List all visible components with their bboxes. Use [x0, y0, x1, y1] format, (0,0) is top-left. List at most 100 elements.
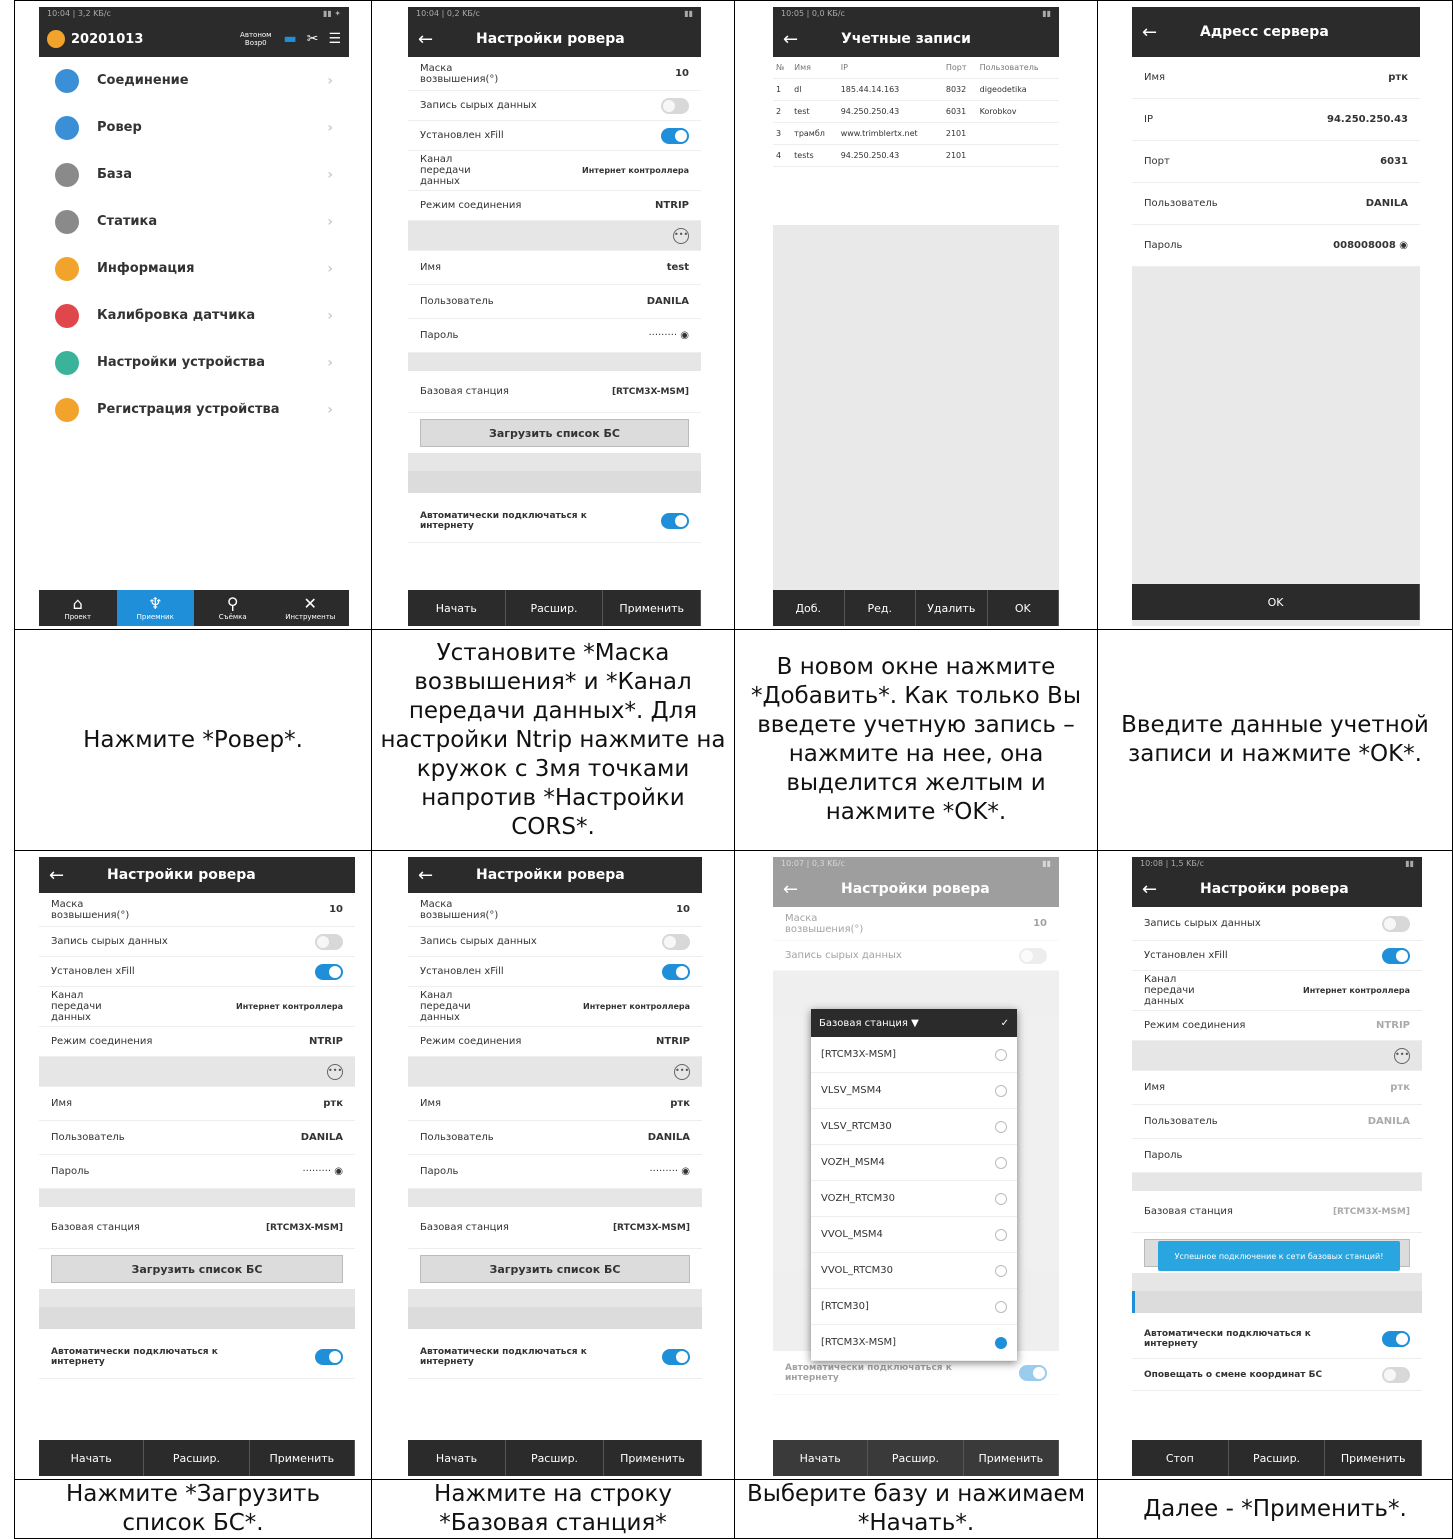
start-button[interactable]: Начать [408, 1440, 506, 1476]
tab-receiver[interactable]: ♆ Приемник [116, 590, 194, 626]
tab-survey[interactable]: ⚲ Съёмка [194, 590, 272, 626]
list-icon[interactable]: ☰ [328, 31, 341, 47]
mode-row[interactable]: Режим соединения NTRIP [408, 191, 701, 221]
tab-project[interactable]: ⌂ Проект [39, 590, 117, 626]
load-bs-button[interactable]: Загрузить список БС [51, 1255, 343, 1283]
back-arrow-icon[interactable]: ← [1142, 879, 1182, 900]
ok-button[interactable]: OK [1132, 584, 1420, 620]
menu-item[interactable]: Регистрация устройства › [39, 386, 349, 433]
base-station-option[interactable]: VLSV_RTCM30 [811, 1109, 1017, 1145]
account-action-button[interactable]: Ред. [845, 590, 916, 626]
back-arrow-icon[interactable]: ← [783, 29, 823, 50]
back-arrow-icon[interactable]: ← [1142, 22, 1182, 43]
raw-toggle[interactable] [315, 933, 343, 950]
server-field-row[interactable]: Имя ртк [1132, 57, 1420, 99]
base-station-row[interactable]: Базовая станция [RTCM3X-MSM] [408, 371, 701, 413]
radio-icon[interactable] [995, 1084, 1007, 1097]
table-row[interactable]: 2 test 94.250.250.43 6031 Korobkov [773, 100, 1059, 123]
start-button[interactable]: Начать [408, 590, 506, 626]
apply-button[interactable]: Применить [964, 1440, 1059, 1476]
extended-button[interactable]: Расшир. [506, 590, 604, 626]
eye-icon[interactable]: ◉ [681, 1166, 690, 1177]
load-bs-button[interactable]: Загрузить список БС [420, 419, 689, 447]
radio-icon[interactable] [995, 1228, 1007, 1241]
mask-row[interactable]: Маска возвышения(°) 10 [408, 57, 701, 91]
server-field-row[interactable]: Пароль 008008008 ◉ [1132, 225, 1420, 267]
load-bs-button[interactable]: Загрузить список БС [420, 1255, 690, 1283]
table-row[interactable]: 3 трамбл www.trimblertx.net 2101 [773, 122, 1059, 145]
radio-icon[interactable] [995, 1048, 1007, 1061]
back-arrow-icon[interactable]: ← [49, 865, 89, 886]
account-action-button[interactable]: Доб. [773, 590, 845, 626]
start-button[interactable]: Начать [39, 1440, 145, 1476]
project-name[interactable]: 20201013 [71, 32, 143, 47]
server-field-row[interactable]: IP 94.250.250.43 [1132, 99, 1420, 141]
auto-connect-toggle[interactable] [1382, 1330, 1410, 1347]
raw-toggle[interactable] [661, 97, 689, 114]
eye-icon[interactable]: ◉ [334, 1166, 343, 1177]
table-row[interactable]: 4 tests 94.250.250.43 2101 [773, 144, 1059, 167]
password-row[interactable]: Пароль ········· ◉ [408, 319, 701, 353]
back-arrow-icon[interactable]: ← [418, 29, 458, 50]
server-field-row[interactable]: Порт 6031 [1132, 141, 1420, 183]
radio-icon[interactable] [995, 1264, 1007, 1277]
base-station-option[interactable]: [RTCM30] [811, 1289, 1017, 1325]
raw-toggle[interactable] [1382, 915, 1410, 932]
radio-icon[interactable] [995, 1192, 1007, 1205]
more-dots-icon[interactable]: ••• [1394, 1047, 1410, 1064]
xfill-toggle[interactable] [315, 963, 343, 980]
menu-item[interactable]: Информация › [39, 245, 349, 292]
apply-button[interactable]: Применить [604, 1440, 702, 1476]
radio-icon[interactable] [995, 1156, 1007, 1169]
eye-icon[interactable]: ◉ [1399, 240, 1408, 251]
menu-item[interactable]: Ровер › [39, 104, 349, 151]
raw-toggle[interactable] [662, 933, 690, 950]
base-station-option[interactable]: VLSV_MSM4 [811, 1073, 1017, 1109]
radio-icon[interactable] [995, 1336, 1007, 1349]
apply-button[interactable]: Применить [603, 590, 701, 626]
more-dots-icon[interactable]: ••• [674, 1063, 690, 1080]
base-station-option[interactable]: [RTCM3X-MSM] [811, 1325, 1017, 1361]
tools-icon[interactable]: ✂ [307, 31, 319, 47]
auto-connect-toggle[interactable] [661, 512, 689, 529]
account-action-button[interactable]: OK [988, 590, 1059, 626]
stop-button[interactable]: Стоп [1132, 1440, 1229, 1476]
more-dots-icon[interactable]: ••• [673, 227, 689, 244]
start-button[interactable]: Начать [773, 1440, 869, 1476]
account-action-button[interactable]: Удалить [916, 590, 988, 626]
extended-button[interactable]: Расшир. [144, 1440, 250, 1476]
base-station-option[interactable]: VVOL_RTCM30 [811, 1253, 1017, 1289]
satellite-icon[interactable]: ▬ [283, 31, 296, 47]
dropdown-icon[interactable]: ▼ [911, 1018, 919, 1029]
radio-icon[interactable] [995, 1120, 1007, 1133]
eye-icon[interactable]: ◉ [680, 330, 689, 341]
base-station-option[interactable]: [RTCM3X-MSM] [811, 1037, 1017, 1073]
extended-button[interactable]: Расшир. [506, 1440, 604, 1476]
menu-item[interactable]: Статика › [39, 198, 349, 245]
tab-tools[interactable]: ✕ Инструменты [272, 590, 350, 626]
base-station-row[interactable]: Базовая станция [RTCM3X-MSM] [408, 1207, 702, 1249]
extended-button[interactable]: Расшир. [868, 1440, 964, 1476]
check-icon[interactable]: ✓ [1001, 1018, 1009, 1029]
project-icon[interactable] [47, 30, 65, 48]
xfill-toggle[interactable] [662, 963, 690, 980]
radio-icon[interactable] [995, 1300, 1007, 1313]
base-station-option[interactable]: VVOL_MSM4 [811, 1217, 1017, 1253]
menu-item[interactable]: Калибровка датчика › [39, 292, 349, 339]
auto-connect-toggle[interactable] [315, 1348, 343, 1365]
xfill-toggle[interactable] [661, 127, 689, 144]
more-dots-icon[interactable]: ••• [327, 1063, 343, 1080]
user-row[interactable]: Пользователь DANILA [408, 285, 701, 319]
menu-item[interactable]: Соединение › [39, 57, 349, 104]
channel-row[interactable]: Канал передачи данных Интернет контроллер… [408, 151, 701, 191]
menu-item[interactable]: База › [39, 151, 349, 198]
server-field-row[interactable]: Пользователь DANILA [1132, 183, 1420, 225]
back-arrow-icon[interactable]: ← [418, 865, 458, 886]
apply-button[interactable]: Применить [1325, 1440, 1422, 1476]
auto-connect-toggle[interactable] [662, 1348, 690, 1365]
name-row[interactable]: Имя test [408, 251, 701, 285]
xfill-toggle[interactable] [1382, 947, 1410, 964]
extended-button[interactable]: Расшир. [1229, 1440, 1326, 1476]
apply-button[interactable]: Применить [250, 1440, 355, 1476]
menu-item[interactable]: Настройки устройства › [39, 339, 349, 386]
